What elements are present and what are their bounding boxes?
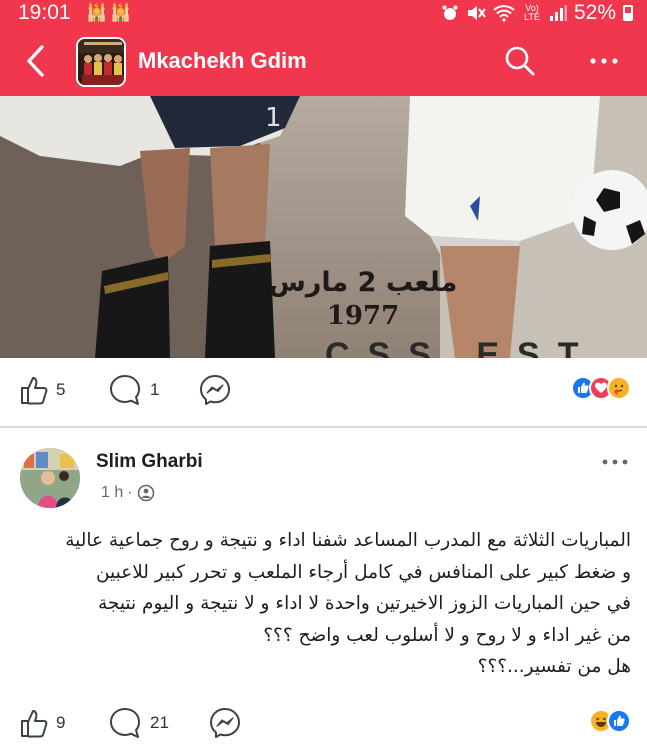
back-button[interactable] — [20, 41, 56, 81]
more-options-button[interactable] — [584, 43, 624, 79]
thumbs-up-icon — [21, 710, 48, 738]
photo-caption-year: 1977 — [326, 301, 400, 331]
group-avatar[interactable] — [76, 37, 126, 87]
photo-caption: ملعب 2 مارس 1977 — [268, 266, 458, 332]
friends-audience-icon — [137, 484, 154, 502]
comment-reactions[interactable] — [589, 709, 631, 733]
lte-indicator: Vo) LTE — [524, 3, 540, 22]
post-photo[interactable]: 1 CSS EST ملعب 2 مارس 1977 — [0, 96, 647, 358]
commenter-name[interactable]: Slim Gharbi — [96, 451, 203, 473]
search-icon — [505, 46, 535, 76]
comment-messenger-share-button[interactable] — [208, 703, 242, 743]
comment-bubble-icon — [110, 708, 140, 738]
photo-caption-stadium: ملعب 2 مارس — [268, 267, 458, 298]
comment-reply-count: 21 — [150, 713, 169, 732]
more-dots-icon — [590, 58, 618, 64]
section-divider — [0, 426, 647, 428]
post-like-count: 5 — [56, 380, 66, 399]
post-comment-button[interactable]: 1 — [108, 370, 159, 410]
comment-meta: 1 h · — [101, 484, 155, 502]
comment-bubble-icon — [110, 375, 140, 405]
like-reaction-icon — [607, 709, 631, 733]
team-photo-thumbnail — [78, 39, 124, 85]
group-title[interactable]: Mkachekh Gdim — [138, 48, 307, 74]
comment-text-line: و ضغط كبير على المنافس في كامل أرجاء الم… — [95, 561, 631, 583]
svg-text:1: 1 — [265, 103, 282, 133]
comment-like-count: 9 — [56, 713, 66, 732]
mosque-notification-icons: 🕌🕌 — [86, 3, 135, 22]
more-dots-icon — [602, 459, 628, 465]
post-actions: 5 1 — [0, 370, 647, 416]
comment-more-button[interactable] — [599, 452, 631, 472]
status-right-group: Vo) LTE 52% — [441, 0, 633, 26]
thumbs-up-icon — [21, 377, 48, 405]
signal-icon — [549, 5, 567, 21]
comment-time[interactable]: 1 h — [101, 484, 123, 502]
post-comment-count: 1 — [150, 380, 160, 399]
post-like-button[interactable]: 5 — [20, 370, 65, 410]
comment-text-line: هل من تفسير...؟؟؟ — [477, 656, 631, 677]
post-reactions[interactable] — [571, 376, 631, 400]
chevron-left-icon — [27, 45, 44, 77]
messenger-icon — [200, 375, 230, 405]
status-time: 19:01 — [18, 1, 71, 24]
post-messenger-share-button[interactable] — [198, 370, 232, 410]
care-reaction-icon — [607, 376, 631, 400]
search-button[interactable] — [502, 43, 538, 79]
battery-percent: 52% — [573, 1, 616, 24]
status-bar: 19:01 🕌🕌 Vo) LTE 52% — [0, 0, 647, 26]
comment-actions: 9 21 — [0, 703, 647, 749]
comment-like-button[interactable]: 9 — [20, 703, 65, 743]
comment-text-line: من غير اداء و لا روح و لا أسلوب لعب واضح… — [263, 624, 631, 646]
comment-text-line: المباريات الثلاثة مع المدرب المساعد شفنا… — [65, 530, 631, 551]
group-header: Mkachekh Gdim — [0, 26, 647, 96]
comment-body: المباريات الثلاثة مع المدرب المساعد شفنا… — [20, 525, 631, 683]
messenger-icon — [210, 708, 240, 738]
comment-reply-button[interactable]: 21 — [108, 703, 169, 743]
photo-bottom-letters: CSS EST — [325, 336, 596, 358]
mute-icon — [467, 6, 486, 20]
commenter-profile-photo — [20, 448, 80, 508]
battery-icon — [623, 5, 633, 21]
alarm-icon — [442, 5, 458, 20]
meta-separator: · — [127, 484, 133, 501]
comment-text-line: في حين المباريات الزوز الاخيرتين واحدة ل… — [97, 593, 631, 614]
commenter-avatar[interactable] — [20, 448, 80, 508]
wifi-icon — [493, 5, 515, 22]
